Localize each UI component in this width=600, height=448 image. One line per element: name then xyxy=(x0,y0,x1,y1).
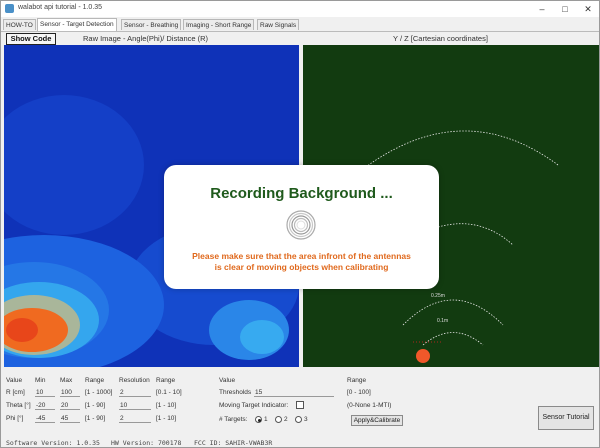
tab-how-to[interactable]: HOW-TO xyxy=(3,19,36,30)
plot-toolbar: Show Code Raw Image - Angle(Phi)/ Distan… xyxy=(1,31,599,45)
calibration-modal: Recording Background ... Please make sur… xyxy=(164,165,439,289)
hw-version: HW Version: 700178 xyxy=(111,439,182,447)
modal-message-line2: is clear of moving objects when calibrat… xyxy=(214,262,389,272)
apply-calibrate-button[interactable]: Apply&Calibrate xyxy=(351,415,403,426)
right-plot-title: Y / Z [Cartesian coordinates] xyxy=(393,34,488,43)
settings-panel: Value Min Max Range Resolution Range Val… xyxy=(1,371,599,435)
target-radio-3[interactable] xyxy=(295,416,302,423)
threshold-field[interactable] xyxy=(254,388,334,397)
app-window: walabot api tutorial - 1.0.35 – □ ✕ HOW-… xyxy=(0,0,600,448)
show-code-button[interactable]: Show Code xyxy=(6,33,56,45)
threshold-label: Thresholds xyxy=(219,389,252,396)
r-min-field[interactable] xyxy=(35,388,55,397)
col-header-range2: Range xyxy=(347,377,367,384)
modal-message-line1: Please make sure that the area infront o… xyxy=(192,251,411,261)
minimize-icon[interactable]: – xyxy=(531,1,553,17)
col-header-min: Min xyxy=(35,377,46,384)
row-label-phi: Phi [°] xyxy=(6,415,24,422)
threshold-range: [0 - 100] xyxy=(347,389,371,396)
theta-min-field[interactable] xyxy=(35,401,55,410)
modal-message: Please make sure that the area infront o… xyxy=(174,251,429,273)
row-label-theta: Theta [°] xyxy=(6,402,31,409)
left-plot-title: Raw Image - Angle(Phi)/ Distance (R) xyxy=(83,34,209,43)
theta-max-field[interactable] xyxy=(60,401,80,410)
phi-max-field[interactable] xyxy=(60,414,80,423)
tab-sensor-target-detection[interactable]: Sensor - Target Detection xyxy=(37,18,117,31)
target-marker xyxy=(416,349,430,363)
col-header-max: Max xyxy=(60,377,73,384)
theta-resolution-field[interactable] xyxy=(119,401,151,410)
mti-label: Moving Target Indicator: xyxy=(219,402,289,409)
col-header-res-range: Range xyxy=(156,377,176,384)
target-radio-2[interactable] xyxy=(275,416,282,423)
tab-imaging-short-range[interactable]: Imaging - Short Range xyxy=(183,19,255,30)
maximize-icon[interactable]: □ xyxy=(554,1,576,17)
target-option-2: 2 xyxy=(284,416,288,423)
col-header-value: Value xyxy=(6,377,23,384)
target-option-1: 1 xyxy=(264,416,268,423)
r-res-range: [0.1 - 10] xyxy=(156,389,182,396)
mti-range: (0-None 1-MTI) xyxy=(347,402,392,409)
target-radio-1[interactable] xyxy=(255,416,262,423)
theta-range: [1 - 90] xyxy=(85,402,106,409)
title-bar: walabot api tutorial - 1.0.35 – □ ✕ xyxy=(1,1,599,17)
arc-label-01: 0.1m xyxy=(437,318,448,324)
col-header-resolution: Resolution xyxy=(119,377,150,384)
r-range: [1 - 1000] xyxy=(85,389,113,396)
close-icon[interactable]: ✕ xyxy=(577,1,599,17)
sensor-tutorial-button[interactable]: Sensor Tutorial xyxy=(538,406,594,430)
status-bar: Software Version: 1.0.35 HW Version: 700… xyxy=(1,437,599,448)
targets-label: # Targets: xyxy=(219,416,248,423)
tab-raw-signals[interactable]: Raw Signals xyxy=(257,19,300,30)
loading-spinner-icon xyxy=(286,210,316,240)
modal-title: Recording Background ... xyxy=(210,185,393,202)
col-header-range: Range xyxy=(85,377,105,384)
phi-res-range: [1 - 10] xyxy=(156,415,177,422)
r-resolution-field[interactable] xyxy=(119,388,151,397)
window-title: walabot api tutorial - 1.0.35 xyxy=(18,4,103,11)
target-option-3: 3 xyxy=(304,416,308,423)
app-icon xyxy=(5,4,14,13)
col-header-value2: Value xyxy=(219,377,236,384)
fcc-id: FCC ID: SAHIR-VWAB3R xyxy=(194,439,273,447)
phi-min-field[interactable] xyxy=(35,414,55,423)
phi-range: [1 - 90] xyxy=(85,415,106,422)
tab-sensor-breathing[interactable]: Sensor - Breathing xyxy=(121,19,182,30)
mti-checkbox[interactable] xyxy=(296,401,304,409)
row-label-r: R [cm] xyxy=(6,389,25,396)
r-max-field[interactable] xyxy=(60,388,80,397)
theta-res-range: [1 - 10] xyxy=(156,402,177,409)
phi-resolution-field[interactable] xyxy=(119,414,151,423)
arc-label-025: 0.25m xyxy=(431,293,445,299)
software-version: Software Version: 1.0.35 xyxy=(6,439,100,447)
